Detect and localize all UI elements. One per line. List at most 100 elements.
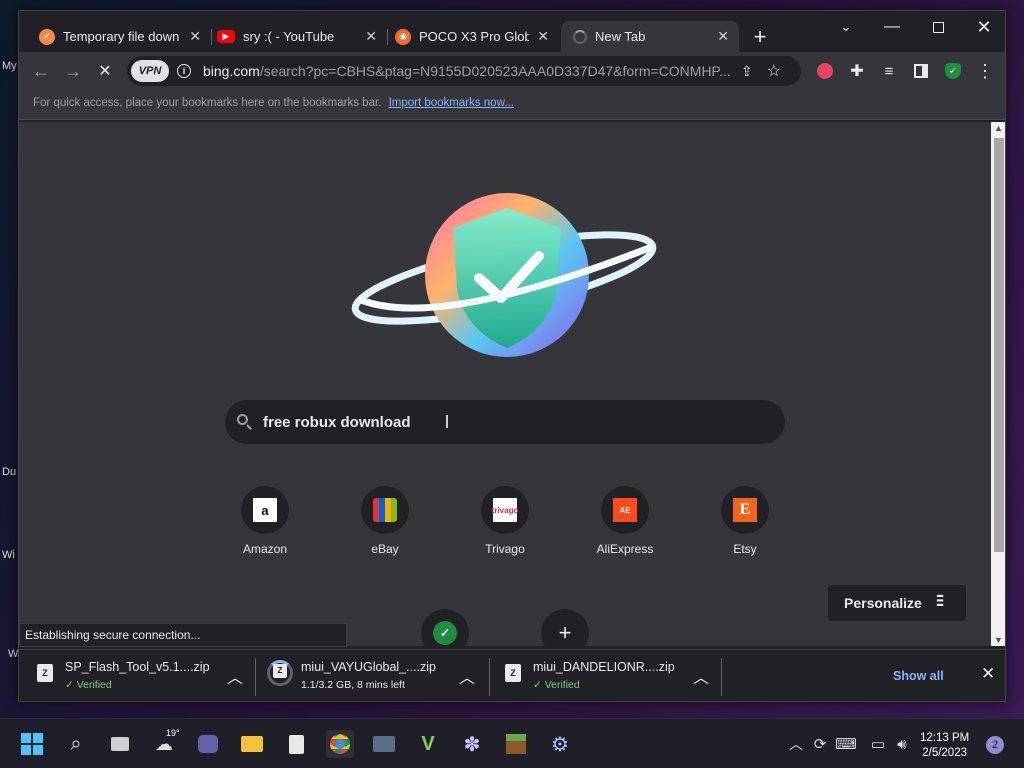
show-all-button[interactable]: Show all: [893, 669, 944, 683]
url-path: /search?pc=CBHS&ptag=N9155D020523AAA0D33…: [259, 63, 731, 79]
task-view-icon[interactable]: [106, 730, 134, 758]
chevron-up-icon[interactable]: ︿: [693, 664, 709, 688]
browser-window: ✓ Temporary file downlo ✕ ▶ sry :( - You…: [18, 10, 1006, 702]
tab-youtube[interactable]: ▶ sry :( - YouTube ✕: [211, 21, 387, 52]
extension-lock-icon[interactable]: [813, 59, 837, 83]
download-status: ✓ Verified: [65, 679, 112, 691]
new-tab-button[interactable]: +: [737, 21, 783, 52]
tray-volume-icon[interactable]: 🔊︎: [888, 730, 916, 758]
etsy-icon: E: [721, 486, 769, 534]
close-window-button[interactable]: ✕: [961, 11, 1005, 43]
url-text[interactable]: bing.com/search?pc=CBHS&ptag=N9155D02052…: [203, 63, 733, 79]
chevron-up-icon[interactable]: ︿: [459, 664, 475, 688]
download-filename: SP_Flash_Tool_v5.1....zip: [65, 660, 210, 674]
weather-temperature: 19°: [166, 728, 180, 738]
notepad-icon[interactable]: [282, 730, 310, 758]
close-icon[interactable]: ✕: [189, 28, 201, 45]
clock-time: 12:13 PM: [920, 732, 970, 744]
vivaldi-icon[interactable]: V: [414, 730, 442, 758]
trivago-icon: trivago: [481, 486, 529, 534]
personalize-button[interactable]: Personalize ⫶⫶⫶: [828, 585, 966, 621]
davinci-resolve-icon[interactable]: ✽: [458, 730, 486, 758]
file-explorer-icon[interactable]: [238, 730, 266, 758]
close-icon[interactable]: ✕: [717, 28, 729, 45]
vpn-badge[interactable]: VPN: [131, 60, 169, 82]
chevron-up-icon[interactable]: ︿: [227, 664, 243, 688]
download-status: ✓ Verified: [533, 679, 580, 691]
search-query-text[interactable]: free robux download: [263, 414, 411, 431]
zip-file-icon: Z: [505, 664, 521, 682]
aliexpress-icon: AE: [601, 486, 649, 534]
notification-count-badge[interactable]: 2: [986, 736, 1004, 754]
bookmark-star-icon[interactable]: ☆: [767, 61, 781, 81]
tab-temporary-file[interactable]: ✓ Temporary file downlo ✕: [31, 21, 211, 52]
taskbar: ⌕ ☁ 19° V ✽ ⚙ ︿ ⟳ ⌨ ▭ 🔊︎ 12:13 PM 2/5/202…: [0, 718, 1024, 768]
minimize-button[interactable]: —: [869, 11, 915, 43]
forward-arrow-icon[interactable]: →: [61, 59, 85, 83]
zip-file-icon: Z: [273, 664, 287, 678]
download-status: 1.1/3.2 GB, 8 mins left: [301, 679, 405, 691]
search-box[interactable]: free robux download I: [225, 400, 785, 444]
system-clock[interactable]: 12:13 PM 2/5/2023: [920, 731, 969, 761]
teams-chat-icon[interactable]: [194, 730, 222, 758]
security-planet-illustration: [351, 193, 657, 357]
menu-dots-icon[interactable]: ⋮: [973, 59, 997, 83]
url-host: bing.com: [203, 63, 260, 79]
import-bookmarks-link[interactable]: Import bookmarks now...: [389, 97, 514, 109]
scroll-down-arrow-icon[interactable]: ▼: [994, 635, 1003, 645]
shortcut-ebay[interactable]: eBay: [335, 486, 435, 556]
scrollbar-thumb[interactable]: [994, 138, 1004, 552]
share-icon[interactable]: ⇪: [741, 63, 753, 80]
desktop-label: W: [8, 648, 19, 660]
shortcut-amazon[interactable]: a Amazon: [215, 486, 315, 556]
page-scrollbar[interactable]: ▲ ▼: [991, 122, 1005, 646]
download-filename: miui_VAYUGlobal_....zip: [301, 660, 437, 674]
close-icon[interactable]: ✕: [365, 28, 377, 45]
back-arrow-icon[interactable]: ←: [29, 59, 53, 83]
shortcut-label: AliExpress: [596, 542, 654, 556]
sliders-icon: ⫶⫶⫶: [935, 594, 944, 611]
amazon-icon: a: [241, 486, 289, 534]
minecraft-icon[interactable]: [502, 730, 530, 758]
stop-loading-icon[interactable]: ✕: [93, 59, 117, 83]
info-icon[interactable]: i: [177, 64, 191, 78]
search-icon: [237, 414, 253, 430]
close-icon[interactable]: ✕: [537, 28, 549, 45]
toolbar: ← → ✕ VPN i bing.com/search?pc=CBHS&ptag…: [19, 52, 1005, 90]
download-item[interactable]: Z miui_VAYUGlobal_....zip 1.1/3.2 GB, 8 …: [267, 658, 487, 698]
clock-date: 2/5/2023: [922, 747, 967, 759]
shortcut-label: Amazon: [242, 542, 288, 556]
tab-search-chevron-icon[interactable]: ⌄: [823, 11, 869, 43]
tab-title: sry :( - YouTube: [243, 29, 335, 44]
shortcut-etsy[interactable]: E Etsy: [695, 486, 795, 556]
status-bubble: Establishing secure connection...: [19, 623, 347, 647]
side-panel-icon[interactable]: [909, 59, 933, 83]
shortcut-trivago[interactable]: trivago Trivago: [455, 486, 555, 556]
activity-monitor-icon[interactable]: [370, 730, 398, 758]
tab-new-tab[interactable]: New Tab ✕: [561, 21, 739, 52]
maximize-button[interactable]: [915, 11, 961, 43]
media-queue-icon[interactable]: ≡: [877, 59, 901, 83]
zip-file-icon: Z: [37, 664, 53, 682]
download-shelf: Z SP_Flash_Tool_v5.1....zip ✓ Verified ︿…: [19, 649, 1005, 701]
search-icon[interactable]: ⌕: [62, 730, 90, 758]
personalize-label: Personalize: [844, 595, 922, 611]
tab-title: POCO X3 Pro Global R: [419, 29, 529, 44]
weather-widget-icon[interactable]: ☁ 19°: [150, 728, 180, 758]
tray-sync-icon[interactable]: ⟳: [806, 730, 834, 758]
ebay-icon: [361, 486, 409, 534]
extensions-puzzle-icon[interactable]: ✚: [845, 59, 869, 83]
shortcut-aliexpress[interactable]: AE AliExpress: [575, 486, 675, 556]
tab-poco[interactable]: ◉ POCO X3 Pro Global R ✕: [387, 21, 559, 52]
settings-gear-icon[interactable]: ⚙: [546, 730, 574, 758]
youtube-icon: ▶: [217, 30, 235, 43]
address-bar[interactable]: VPN i bing.com/search?pc=CBHS&ptag=N9155…: [127, 56, 801, 86]
download-item[interactable]: Z SP_Flash_Tool_v5.1....zip ✓ Verified ︿: [35, 658, 255, 698]
tray-keyboard-icon[interactable]: ⌨: [832, 730, 860, 758]
download-item[interactable]: Z miui_DANDELIONR....zip ✓ Verified ︿: [503, 658, 723, 698]
chrome-browser-icon[interactable]: [326, 730, 354, 758]
close-shelf-icon[interactable]: ✕: [981, 664, 995, 684]
shield-extension-icon[interactable]: ✓: [941, 59, 965, 83]
scroll-up-arrow-icon[interactable]: ▲: [994, 123, 1003, 133]
windows-start-icon[interactable]: [18, 730, 46, 758]
